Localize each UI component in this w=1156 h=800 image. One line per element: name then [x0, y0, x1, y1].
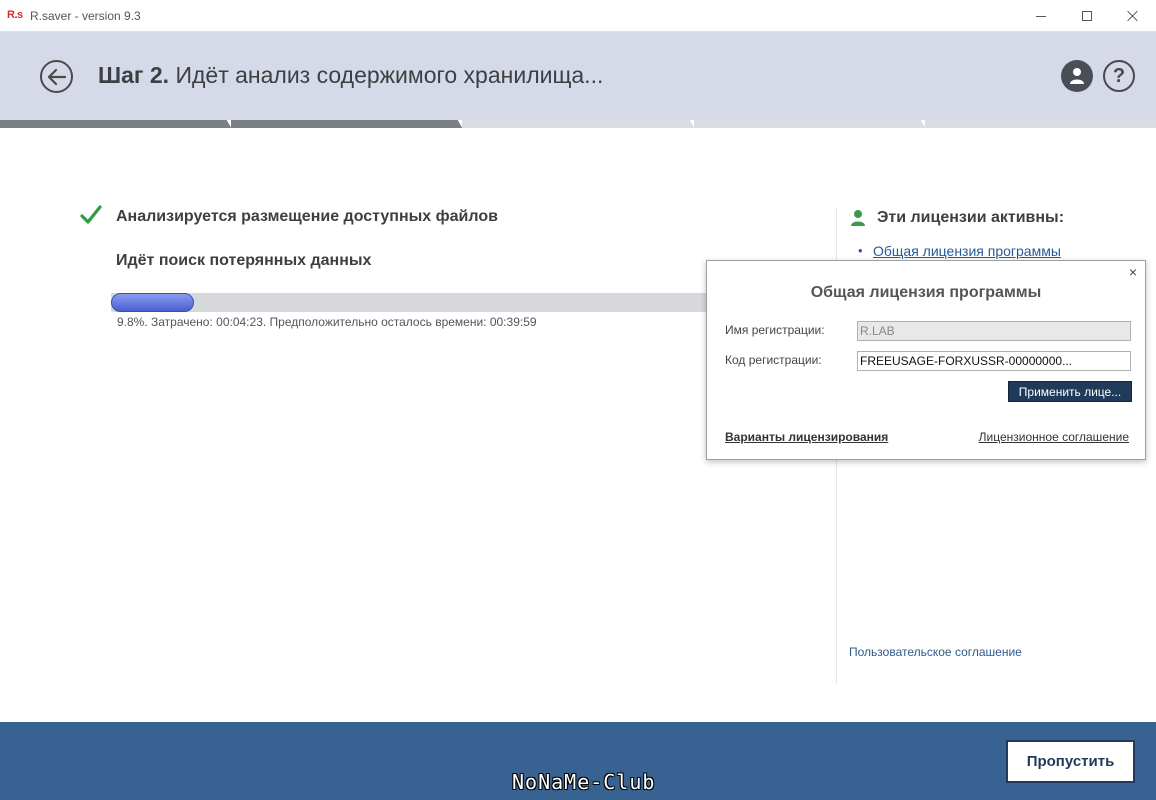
arrow-left-icon: [47, 68, 66, 85]
wizard-header: Шаг 2. Идёт анализ содержимого хранилища…: [0, 32, 1156, 120]
checkmark-icon: [80, 205, 102, 224]
progress-status-text: 9.8%. Затрачено: 00:04:23. Предположител…: [117, 315, 537, 329]
general-license-link[interactable]: Общая лицензия программы: [873, 243, 1061, 259]
minimize-button[interactable]: [1018, 0, 1064, 32]
question-mark-icon: ?: [1112, 64, 1126, 87]
maximize-button[interactable]: [1064, 0, 1110, 32]
active-licenses-title: Эти лицензии активны:: [877, 209, 1065, 226]
step-progress-bar: [0, 120, 1156, 128]
step-description: Идёт анализ содержимого хранилища...: [175, 62, 604, 88]
step-segment: [462, 120, 694, 128]
scan-progress-bar: [111, 293, 711, 312]
licensing-options-link[interactable]: Варианты лицензирования: [725, 430, 888, 444]
maximize-icon: [1082, 11, 1092, 21]
step-segment: [231, 120, 463, 128]
close-icon: [1127, 10, 1139, 22]
title-bar: R.s R.saver - version 9.3: [0, 0, 1156, 32]
step-segment: [693, 120, 925, 128]
popup-close-button[interactable]: ×: [1129, 264, 1137, 280]
watermark: NoNaMe-Club: [512, 770, 656, 794]
back-button[interactable]: [40, 60, 73, 93]
user-agreement-link[interactable]: Пользовательское соглашение: [849, 645, 1022, 659]
skip-button[interactable]: Пропустить: [1006, 740, 1135, 783]
window-close-button[interactable]: [1110, 0, 1156, 32]
help-button[interactable]: ?: [1103, 60, 1135, 92]
license-agreement-link[interactable]: Лицензионное соглашение: [979, 430, 1129, 444]
minimize-icon: [1036, 15, 1046, 17]
step-number: Шаг 2.: [98, 62, 170, 88]
status-completed: Анализируется размещение доступных файло…: [116, 208, 498, 225]
bullet-icon: •: [858, 243, 863, 258]
account-button[interactable]: [1061, 60, 1093, 92]
page-title: Шаг 2. Идёт анализ содержимого хранилища…: [98, 62, 603, 89]
registration-code-label: Код регистрации:: [725, 353, 822, 367]
registration-code-input[interactable]: [857, 351, 1131, 371]
window-title: R.saver - version 9.3: [30, 9, 141, 23]
registration-name-label: Имя регистрации:: [725, 323, 825, 337]
registration-name-input[interactable]: [857, 321, 1131, 341]
app-logo: R.s: [7, 9, 23, 21]
user-icon: [1070, 68, 1084, 84]
step-segment: [0, 120, 232, 128]
license-popup: × Общая лицензия программы Имя регистрац…: [706, 260, 1146, 460]
wizard-footer: NoNaMe-Club Пропустить: [0, 722, 1156, 800]
popup-title: Общая лицензия программы: [810, 284, 1042, 301]
step-segment: [924, 120, 1156, 128]
license-user-icon: [851, 210, 865, 226]
apply-license-button[interactable]: Применить лице...: [1008, 381, 1132, 402]
status-current: Идёт поиск потерянных данных: [116, 252, 372, 269]
scan-progress-fill: [111, 293, 194, 312]
